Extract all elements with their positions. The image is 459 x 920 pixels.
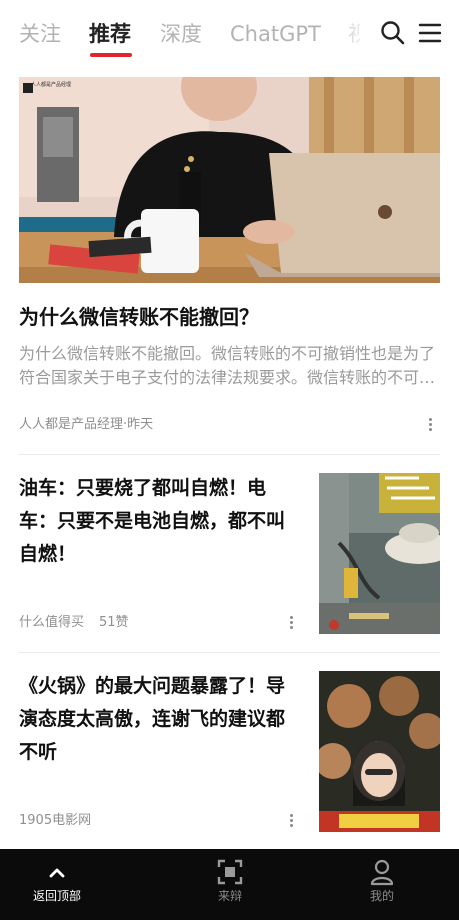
tab-chatgpt[interactable]: ChatGPT bbox=[230, 14, 321, 54]
tabs-fade-overlay bbox=[330, 14, 370, 54]
article-title[interactable]: 油车：只要烧了都叫自燃！电车：只要不是电池自燃，都不叫自燃！ bbox=[19, 472, 302, 571]
more-options-icon[interactable] bbox=[285, 812, 297, 830]
article-summary[interactable]: 为什么微信转账不能撤回。微信转账的不可撤销性也是为了符合国家关于电子支付的法律法… bbox=[19, 342, 440, 390]
search-icon[interactable] bbox=[378, 18, 408, 48]
nav-label: 返回顶部 bbox=[32, 889, 81, 903]
article-source: 人人都是产品经理·昨天 bbox=[19, 417, 154, 432]
more-options-icon[interactable] bbox=[285, 614, 297, 632]
nav-label: 我的 bbox=[369, 889, 394, 903]
nav-back-to-top[interactable]: 返回顶部 bbox=[0, 849, 117, 920]
article-title[interactable]: 《火锅》的最大问题暴露了！导演态度太高傲，连谢飞的建议都不听 bbox=[19, 670, 302, 769]
scan-frame-icon bbox=[215, 857, 245, 887]
nav-debate[interactable]: 来辩 bbox=[170, 849, 290, 920]
more-options-icon[interactable] bbox=[424, 416, 436, 434]
article-source: 1905电影网 bbox=[19, 813, 92, 828]
divider bbox=[19, 652, 440, 653]
image-watermark: 人人都是产品经理 bbox=[31, 82, 72, 88]
divider bbox=[19, 454, 440, 455]
nav-label: 来辩 bbox=[217, 889, 242, 903]
nav-mine[interactable]: 我的 bbox=[322, 849, 442, 920]
person-icon bbox=[367, 857, 397, 887]
bottom-nav-bar: 返回顶部 来辩 我的 bbox=[0, 849, 459, 920]
active-tab-indicator bbox=[90, 53, 132, 57]
article-thumbnail[interactable] bbox=[319, 473, 440, 634]
tab-recommend[interactable]: 推荐 bbox=[89, 14, 131, 54]
tab-follow[interactable]: 关注 bbox=[19, 14, 61, 54]
top-tab-bar: 关注 推荐 深度 ChatGPT 视频 bbox=[0, 0, 459, 66]
article-likes: 51赞 bbox=[99, 615, 129, 630]
tab-depth[interactable]: 深度 bbox=[160, 14, 202, 54]
article-thumbnail[interactable] bbox=[319, 671, 440, 832]
channel-tabs: 关注 推荐 深度 ChatGPT 视频 bbox=[0, 14, 360, 58]
menu-icon[interactable] bbox=[417, 18, 447, 48]
article-hero-image[interactable]: 人人都是产品经理 bbox=[19, 77, 440, 283]
article-title[interactable]: 为什么微信转账不能撤回？ bbox=[19, 302, 440, 332]
article-source: 什么值得买 bbox=[19, 615, 85, 630]
chevron-up-icon bbox=[42, 857, 72, 887]
